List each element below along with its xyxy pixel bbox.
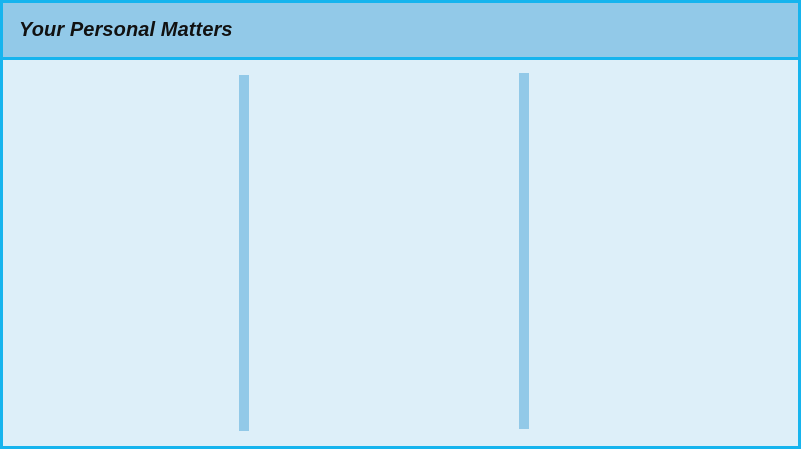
personal-matters-panel: Your Personal Matters <box>0 0 801 449</box>
column-divider-right <box>519 73 529 429</box>
panel-header: Your Personal Matters <box>3 3 798 60</box>
panel-content <box>3 60 798 446</box>
column-divider-left <box>239 75 249 431</box>
panel-title: Your Personal Matters <box>19 19 233 41</box>
